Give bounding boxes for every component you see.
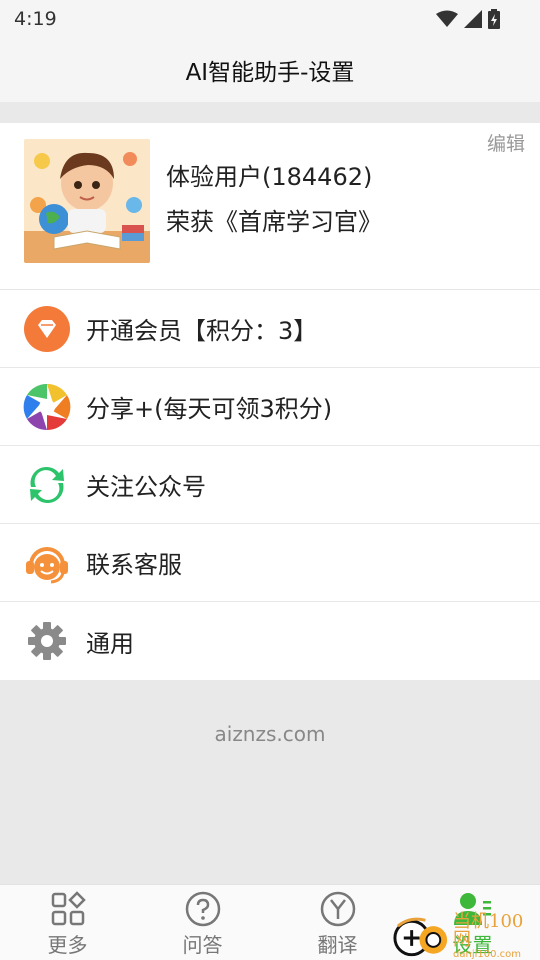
user-honor: 荣获《首席学习官》 <box>166 208 382 236</box>
gear-icon <box>23 617 71 665</box>
status-icons <box>436 9 500 29</box>
watermark-logo-icon <box>393 917 448 957</box>
user-name: 体验用户(184462) <box>166 163 373 191</box>
profile-card: 编辑 体验用户(184462) 荣获《首席学习官》 <box>0 123 540 290</box>
avatar[interactable] <box>24 139 150 263</box>
diamond-icon <box>23 305 71 353</box>
nav-item-more[interactable]: 更多 <box>0 885 135 960</box>
status-bar: 4:19 <box>0 0 540 38</box>
status-time: 4:19 <box>14 8 57 30</box>
nav-item-translate[interactable]: 翻译 <box>270 885 405 960</box>
site-url: aiznzs.com <box>214 722 326 746</box>
menu-item-follow-account[interactable]: 关注公众号 <box>0 446 540 524</box>
official-account-icon <box>23 461 71 509</box>
nav-label: 翻译 <box>317 933 358 957</box>
customer-service-icon <box>23 539 71 587</box>
menu-item-membership[interactable]: 开通会员【积分：3】 <box>0 290 540 368</box>
signal-icon <box>464 10 482 28</box>
menu-item-label: 关注公众号 <box>86 473 206 501</box>
watermark: 当机100网 danji100.com <box>390 910 540 960</box>
menu-item-label: 联系客服 <box>86 551 182 579</box>
wifi-icon <box>436 10 458 27</box>
menu-item-label: 开通会员【积分：3】 <box>86 317 318 345</box>
menu-item-general[interactable]: 通用 <box>0 602 540 680</box>
menu-item-label: 分享+(每天可领3积分) <box>86 395 333 423</box>
menu-item-share[interactable]: 分享+(每天可领3积分) <box>0 368 540 446</box>
nav-label: 更多 <box>47 933 88 957</box>
translate-icon <box>318 889 358 929</box>
watermark-text: 当机100网 <box>453 910 524 950</box>
share-aperture-icon <box>23 383 71 431</box>
app-header: AI智能助手-设置 <box>0 38 540 102</box>
nav-item-qa[interactable]: 问答 <box>135 885 270 960</box>
page-title: AI智能助手-设置 <box>185 60 355 86</box>
menu-item-customer-service[interactable]: 联系客服 <box>0 524 540 602</box>
grid-icon <box>48 889 88 929</box>
edit-profile-link[interactable]: 编辑 <box>487 129 525 156</box>
battery-icon <box>488 9 500 29</box>
settings-menu: 开通会员【积分：3】 分享+(每天可领3积分) 关注公众号 联系客服 通用 <box>0 290 540 680</box>
watermark-subtext: danji100.com <box>453 948 522 960</box>
menu-item-label: 通用 <box>86 629 134 658</box>
nav-label: 问答 <box>182 933 223 957</box>
question-icon <box>183 889 223 929</box>
